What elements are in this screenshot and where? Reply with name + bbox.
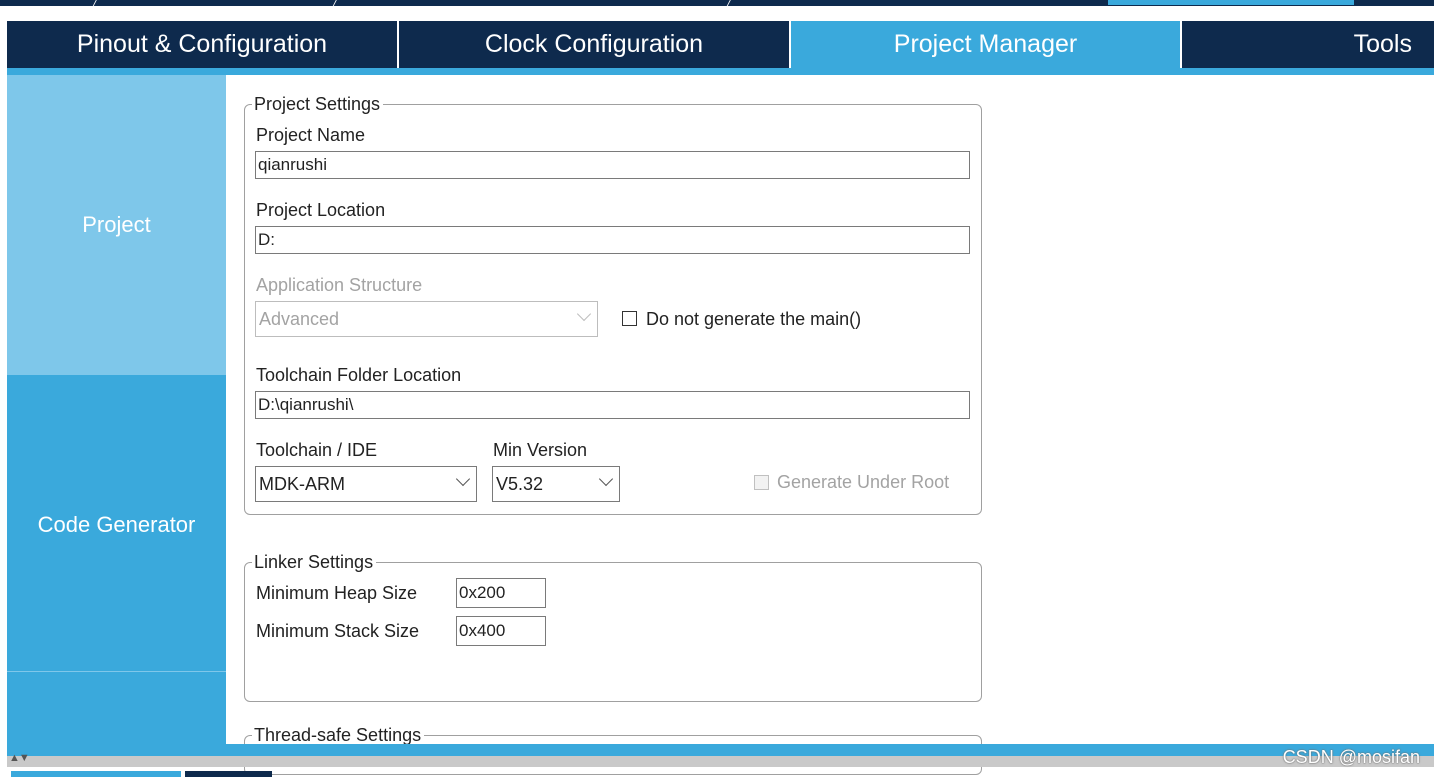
min-stack-size-label: Minimum Stack Size: [256, 621, 420, 641]
top-strip: ╱ ╱ ╱: [0, 0, 1434, 9]
min-heap-size-label: Minimum Heap Size: [256, 583, 418, 603]
min-version-value: V5.32: [496, 474, 544, 494]
bottom-tab-active[interactable]: [11, 771, 181, 777]
toolchain-folder-label: Toolchain Folder Location: [256, 365, 462, 385]
tab-pinout-configuration[interactable]: Pinout & Configuration: [7, 21, 399, 68]
collapse-expand-icon[interactable]: ▲▼: [9, 752, 30, 764]
bottom-tab[interactable]: [185, 771, 272, 777]
breadcrumb-chevron-icon: ╱: [92, 0, 99, 9]
project-name-input[interactable]: qianrushi: [255, 151, 970, 179]
toolchain-ide-select[interactable]: MDK-ARM: [255, 466, 477, 502]
min-version-label: Min Version: [493, 440, 588, 460]
main-tabs: Pinout & Configuration Clock Configurati…: [7, 21, 1434, 68]
min-heap-size-input[interactable]: 0x200: [456, 578, 546, 608]
breadcrumb-chevron-icon: ╱: [332, 0, 339, 9]
chevron-down-icon: [455, 471, 471, 487]
toolchain-ide-value: MDK-ARM: [259, 474, 345, 494]
generate-under-root-checkbox: [754, 475, 769, 490]
application-structure-label: Application Structure: [256, 275, 423, 295]
linker-settings-title: Linker Settings: [252, 552, 377, 573]
min-stack-size-input[interactable]: 0x400: [456, 616, 546, 646]
breadcrumb-chevron-icon: ╱: [726, 0, 733, 9]
project-name-label: Project Name: [256, 125, 366, 145]
tab-clock-configuration[interactable]: Clock Configuration: [399, 21, 791, 68]
thread-safe-settings-title: Thread-safe Settings: [252, 725, 425, 746]
sidebar-item-code-generator[interactable]: Code Generator: [7, 375, 226, 672]
chevron-down-icon: [598, 471, 614, 487]
sidebar-item-project[interactable]: Project: [7, 75, 226, 375]
do-not-generate-main-label: Do not generate the main(): [646, 309, 862, 329]
tab-project-manager[interactable]: Project Manager: [791, 21, 1182, 68]
tab-tools[interactable]: Tools: [1182, 21, 1434, 68]
bottom-accent-bar: [7, 744, 1434, 756]
min-version-select[interactable]: V5.32: [492, 466, 620, 502]
toolchain-folder-input[interactable]: D:\qianrushi\: [255, 391, 970, 419]
project-location-input[interactable]: D:: [255, 226, 970, 254]
application-structure-value: Advanced: [259, 309, 340, 329]
tab-underline: [7, 68, 1434, 75]
application-structure-select: Advanced: [255, 301, 598, 337]
splitter-bar[interactable]: [7, 756, 1434, 767]
project-location-label: Project Location: [256, 200, 386, 220]
do-not-generate-main-checkbox[interactable]: [622, 311, 637, 326]
top-strip-highlight: [1108, 0, 1354, 5]
sidebar: Project Code Generator: [7, 75, 226, 745]
watermark: CSDN @mosifan: [1282, 747, 1420, 767]
chevron-down-icon: [576, 306, 592, 322]
generate-under-root-label: Generate Under Root: [777, 472, 950, 492]
project-settings-title: Project Settings: [252, 94, 384, 115]
toolchain-ide-label: Toolchain / IDE: [256, 440, 378, 460]
